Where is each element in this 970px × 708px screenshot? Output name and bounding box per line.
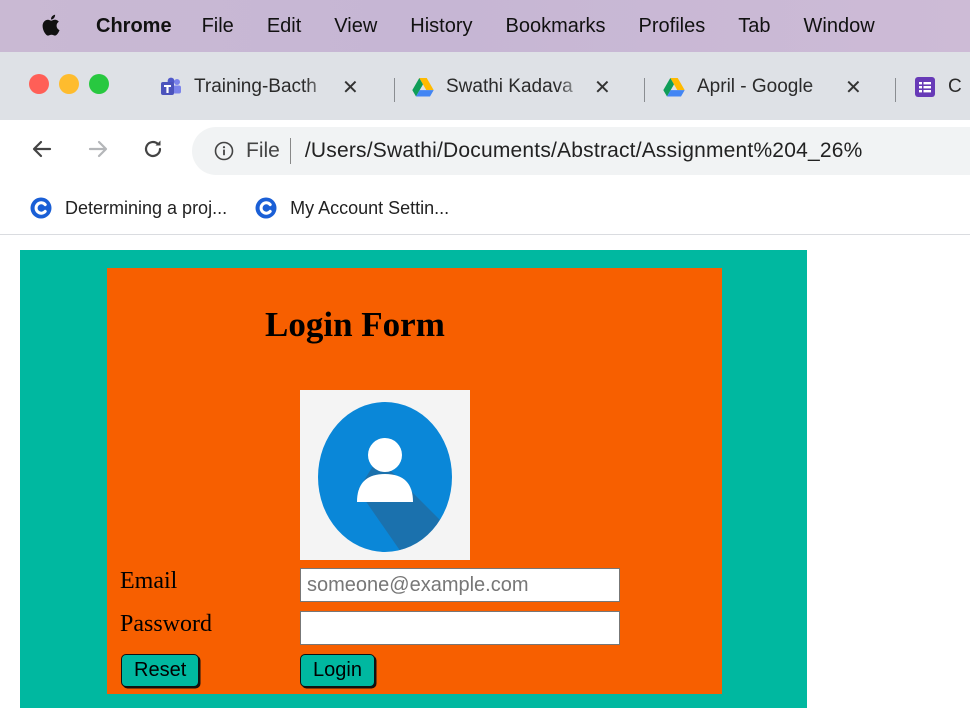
tab-training[interactable]: Training-Bacth ✕ [160, 70, 359, 104]
login-form: Login Form Email Password Reset Login [107, 268, 722, 694]
google-forms-icon [915, 77, 935, 97]
tab-april[interactable]: April - Google ✕ [663, 70, 862, 104]
menu-window[interactable]: Window [804, 15, 875, 38]
tab-label: Swathi Kadava [446, 76, 573, 97]
close-tab-icon[interactable]: ✕ [845, 75, 862, 100]
tab-divider [895, 78, 896, 102]
google-drive-icon [663, 78, 685, 97]
bookmark-label: My Account Settin... [290, 197, 450, 218]
email-input[interactable] [300, 568, 620, 602]
back-button[interactable] [27, 134, 57, 164]
macos-menu-bar: Chrome File Edit View History Bookmarks … [0, 0, 970, 52]
user-avatar-icon [318, 402, 452, 552]
login-button[interactable]: Login [300, 654, 375, 687]
menu-edit[interactable]: Edit [267, 15, 301, 38]
page-background: Login Form Email Password Reset Login [20, 250, 807, 708]
tab-label: Training-Bacth [194, 76, 317, 97]
close-tab-icon[interactable]: ✕ [594, 75, 611, 100]
minimize-window-button[interactable] [59, 74, 79, 94]
menu-chrome[interactable]: Chrome [96, 15, 172, 38]
reload-icon [144, 140, 162, 158]
apple-icon[interactable] [42, 13, 62, 37]
password-input[interactable] [300, 611, 620, 645]
tab-strip: Training-Bacth ✕ Swathi Kadava ✕ April -… [0, 52, 970, 120]
bookmark-label: Determining a proj... [65, 197, 228, 218]
close-window-button[interactable] [29, 74, 49, 94]
forward-button[interactable] [83, 134, 113, 164]
address-bar[interactable]: File /Users/Swathi/Documents/Abstract/As… [192, 127, 970, 175]
tab-label: C [948, 76, 962, 97]
menu-tab[interactable]: Tab [738, 15, 770, 38]
browser-toolbar: File /Users/Swathi/Documents/Abstract/As… [0, 120, 970, 182]
teams-icon [161, 77, 181, 95]
url-path: /Users/Swathi/Documents/Abstract/Assignm… [304, 139, 863, 162]
zoom-window-button[interactable] [89, 74, 109, 94]
email-label: Email [120, 568, 178, 594]
reload-button[interactable] [138, 134, 168, 164]
back-arrow-icon [32, 140, 52, 158]
url-scheme: File [246, 139, 280, 162]
menu-history[interactable]: History [410, 15, 472, 38]
c-logo-icon [30, 197, 52, 219]
menu-view[interactable]: View [334, 15, 377, 38]
tab-divider [394, 78, 395, 102]
info-icon[interactable] [214, 141, 234, 161]
password-label: Password [120, 611, 213, 637]
window-controls [29, 74, 109, 94]
tab-divider [644, 78, 645, 102]
menu-profiles[interactable]: Profiles [639, 15, 706, 38]
menu-bookmarks[interactable]: Bookmarks [506, 15, 606, 38]
bookmarks-bar: Determining a proj... My Account Settin.… [0, 182, 970, 235]
c-logo-icon [255, 197, 277, 219]
form-title: Login Form [265, 305, 445, 344]
avatar-image [300, 390, 470, 560]
google-drive-icon [412, 78, 434, 97]
tab-label: April - Google [697, 76, 814, 97]
url-divider [289, 138, 291, 164]
reset-button[interactable]: Reset [121, 654, 200, 687]
menu-file[interactable]: File [202, 15, 234, 38]
bookmark-account-settings[interactable]: My Account Settin... [255, 197, 449, 219]
bookmark-determining[interactable]: Determining a proj... [30, 197, 227, 219]
tab-forms[interactable]: C [914, 70, 962, 104]
forward-arrow-icon [88, 140, 108, 158]
close-tab-icon[interactable]: ✕ [342, 75, 359, 100]
tab-swathi[interactable]: Swathi Kadava ✕ [412, 70, 611, 104]
